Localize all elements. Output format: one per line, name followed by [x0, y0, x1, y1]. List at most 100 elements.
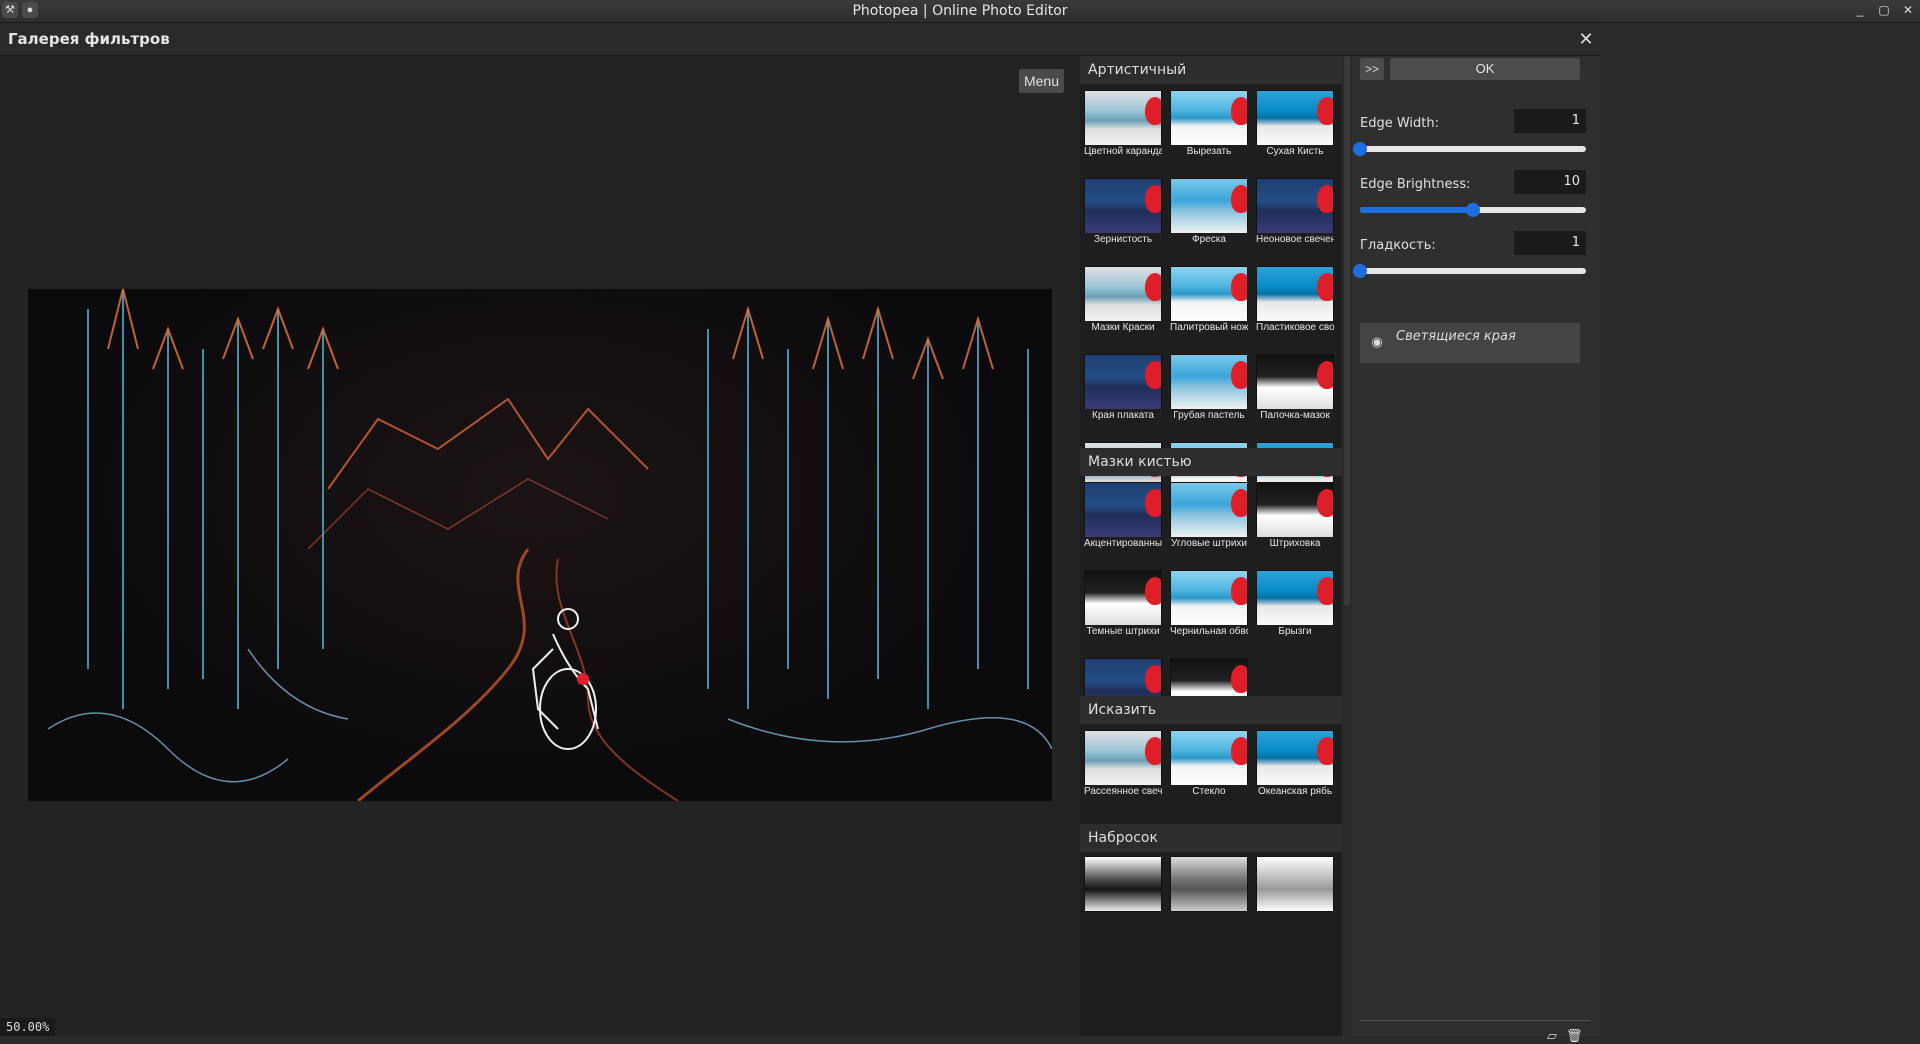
filter-label: Неоновое свечение: [1256, 233, 1334, 246]
filter-preview: [1084, 482, 1162, 538]
effect-layer[interactable]: ◉ Светящиеся края: [1360, 323, 1580, 363]
filter-thumb[interactable]: Штриховка: [1256, 482, 1334, 550]
preview-image[interactable]: [28, 289, 1052, 801]
category-sketch[interactable]: Набросок: [1080, 824, 1342, 852]
slider-knob[interactable]: [1353, 264, 1367, 278]
filter-thumb[interactable]: Вырезать: [1170, 90, 1248, 158]
filter-thumb[interactable]: Пластиковое сворачивание: [1256, 266, 1334, 334]
eye-icon[interactable]: ◉: [1368, 333, 1386, 351]
filter-thumb[interactable]: [1170, 856, 1248, 924]
filter-thumb[interactable]: Угловые штрихи: [1170, 482, 1248, 550]
close-window-button[interactable]: ✕: [1900, 2, 1916, 18]
filter-thumb[interactable]: Рассеянное свечение: [1084, 730, 1162, 798]
red-balloon: [1231, 577, 1247, 605]
smoothness-input[interactable]: 1: [1514, 231, 1586, 255]
filter-preview: [1256, 354, 1334, 410]
red-balloon: [1317, 97, 1333, 125]
filter-thumb[interactable]: Темные штрихи: [1084, 570, 1162, 638]
edge-width-label: Edge Width:: [1360, 116, 1439, 131]
filter-label: Угловые штрихи: [1170, 537, 1248, 550]
category-distort[interactable]: Исказить: [1080, 696, 1342, 724]
filter-preview: [1084, 266, 1162, 322]
filter-preview: [1256, 90, 1334, 146]
filter-thumb[interactable]: [1084, 856, 1162, 924]
divider: [1360, 1020, 1590, 1021]
red-balloon: [1145, 665, 1161, 693]
filter-thumb[interactable]: Палитровый нож: [1170, 266, 1248, 334]
filter-thumb[interactable]: Грубая пастель: [1170, 354, 1248, 422]
red-balloon: [1231, 185, 1247, 213]
category-artistic[interactable]: Артистичный: [1080, 56, 1342, 84]
filter-label: Цветной карандаш: [1084, 145, 1162, 158]
background-area: [1600, 23, 1920, 1036]
scrollbar-thumb[interactable]: [1344, 56, 1350, 606]
filter-label: Фреска: [1170, 233, 1248, 246]
red-balloon: [1231, 361, 1247, 389]
filter-preview: [1170, 570, 1248, 626]
filter-thumb[interactable]: Края плаката: [1084, 354, 1162, 422]
filter-label: Вырезать: [1170, 145, 1248, 158]
filter-preview: [1256, 730, 1334, 786]
red-balloon: [1317, 489, 1333, 517]
red-balloon: [1317, 737, 1333, 765]
red-balloon: [1317, 577, 1333, 605]
filter-thumb[interactable]: Акцентированные Края: [1084, 482, 1162, 550]
filter-preview: [1170, 90, 1248, 146]
filter-label: Штриховка: [1256, 537, 1334, 550]
maximize-button[interactable]: ▢: [1876, 2, 1892, 18]
menu-button[interactable]: Menu: [1019, 69, 1064, 93]
minimize-button[interactable]: _: [1852, 2, 1868, 18]
red-balloon: [1145, 97, 1161, 125]
slider-knob[interactable]: [1353, 142, 1367, 156]
filter-preview: [1170, 178, 1248, 234]
filter-preview: [1084, 730, 1162, 786]
filter-preview: [1170, 730, 1248, 786]
filter-preview: [1170, 266, 1248, 322]
filter-thumb[interactable]: Неоновое свечение: [1256, 178, 1334, 246]
filter-thumb[interactable]: Цветной карандаш: [1084, 90, 1162, 158]
filter-label: Палочка-мазок: [1256, 409, 1334, 422]
filter-label: Края плаката: [1084, 409, 1162, 422]
filter-label: Палитровый нож: [1170, 321, 1248, 334]
expand-button[interactable]: >>: [1360, 58, 1384, 80]
smoothness-slider[interactable]: [1353, 264, 1586, 278]
trash-icon[interactable]: 🗑: [1566, 1028, 1583, 1044]
filter-preview: [1084, 178, 1162, 234]
edge-width-input[interactable]: 1: [1514, 109, 1586, 133]
edge-width-slider[interactable]: [1353, 142, 1586, 156]
red-balloon: [1231, 273, 1247, 301]
red-balloon: [1317, 185, 1333, 213]
filter-preview: [1256, 178, 1334, 234]
filter-thumb[interactable]: Палочка-мазок: [1256, 354, 1334, 422]
filter-list[interactable]: Артистичный Цветной карандаш Вырезать Суха…: [1080, 56, 1342, 1036]
filter-thumb[interactable]: Стекло: [1170, 730, 1248, 798]
window-titlebar: ⚒ ● Photopea | Online Photo Editor _ ▢ ✕: [0, 0, 1920, 23]
filter-thumb[interactable]: Брызги: [1256, 570, 1334, 638]
filter-thumb[interactable]: Фреска: [1170, 178, 1248, 246]
edge-brightness-input[interactable]: 10: [1514, 170, 1586, 194]
filter-thumb[interactable]: Чернильная обводка: [1170, 570, 1248, 638]
ok-button[interactable]: OK: [1390, 58, 1580, 80]
category-brush-strokes[interactable]: Мазки кистью: [1080, 448, 1342, 476]
red-balloon: [1145, 361, 1161, 389]
slider-knob[interactable]: [1466, 203, 1480, 217]
close-icon[interactable]: ✕: [1574, 27, 1598, 51]
filter-label: Брызги: [1256, 625, 1334, 638]
filter-label: Зернистость: [1084, 233, 1162, 246]
filter-label: Темные штрихи: [1084, 625, 1162, 638]
filter-thumb[interactable]: [1256, 856, 1334, 924]
preview-area[interactable]: Menu 50.00%: [0, 56, 1080, 1036]
filter-label: Стекло: [1170, 785, 1248, 798]
filter-thumb[interactable]: Океанская рябь: [1256, 730, 1334, 798]
filter-label: Пластиковое сворачивание: [1256, 321, 1334, 334]
filter-thumb[interactable]: Зернистость: [1084, 178, 1162, 246]
filter-label: Грубая пастель: [1170, 409, 1248, 422]
filter-list-scrollbar[interactable]: [1342, 56, 1352, 1036]
red-balloon: [1145, 185, 1161, 213]
new-layer-icon[interactable]: ▱: [1544, 1028, 1560, 1044]
filter-thumb[interactable]: Мазки Краски: [1084, 266, 1162, 334]
filter-preview: [1084, 354, 1162, 410]
filter-thumb[interactable]: Сухая Кисть: [1256, 90, 1334, 158]
edge-brightness-slider[interactable]: [1360, 203, 1586, 217]
filter-preview: [1256, 482, 1334, 538]
